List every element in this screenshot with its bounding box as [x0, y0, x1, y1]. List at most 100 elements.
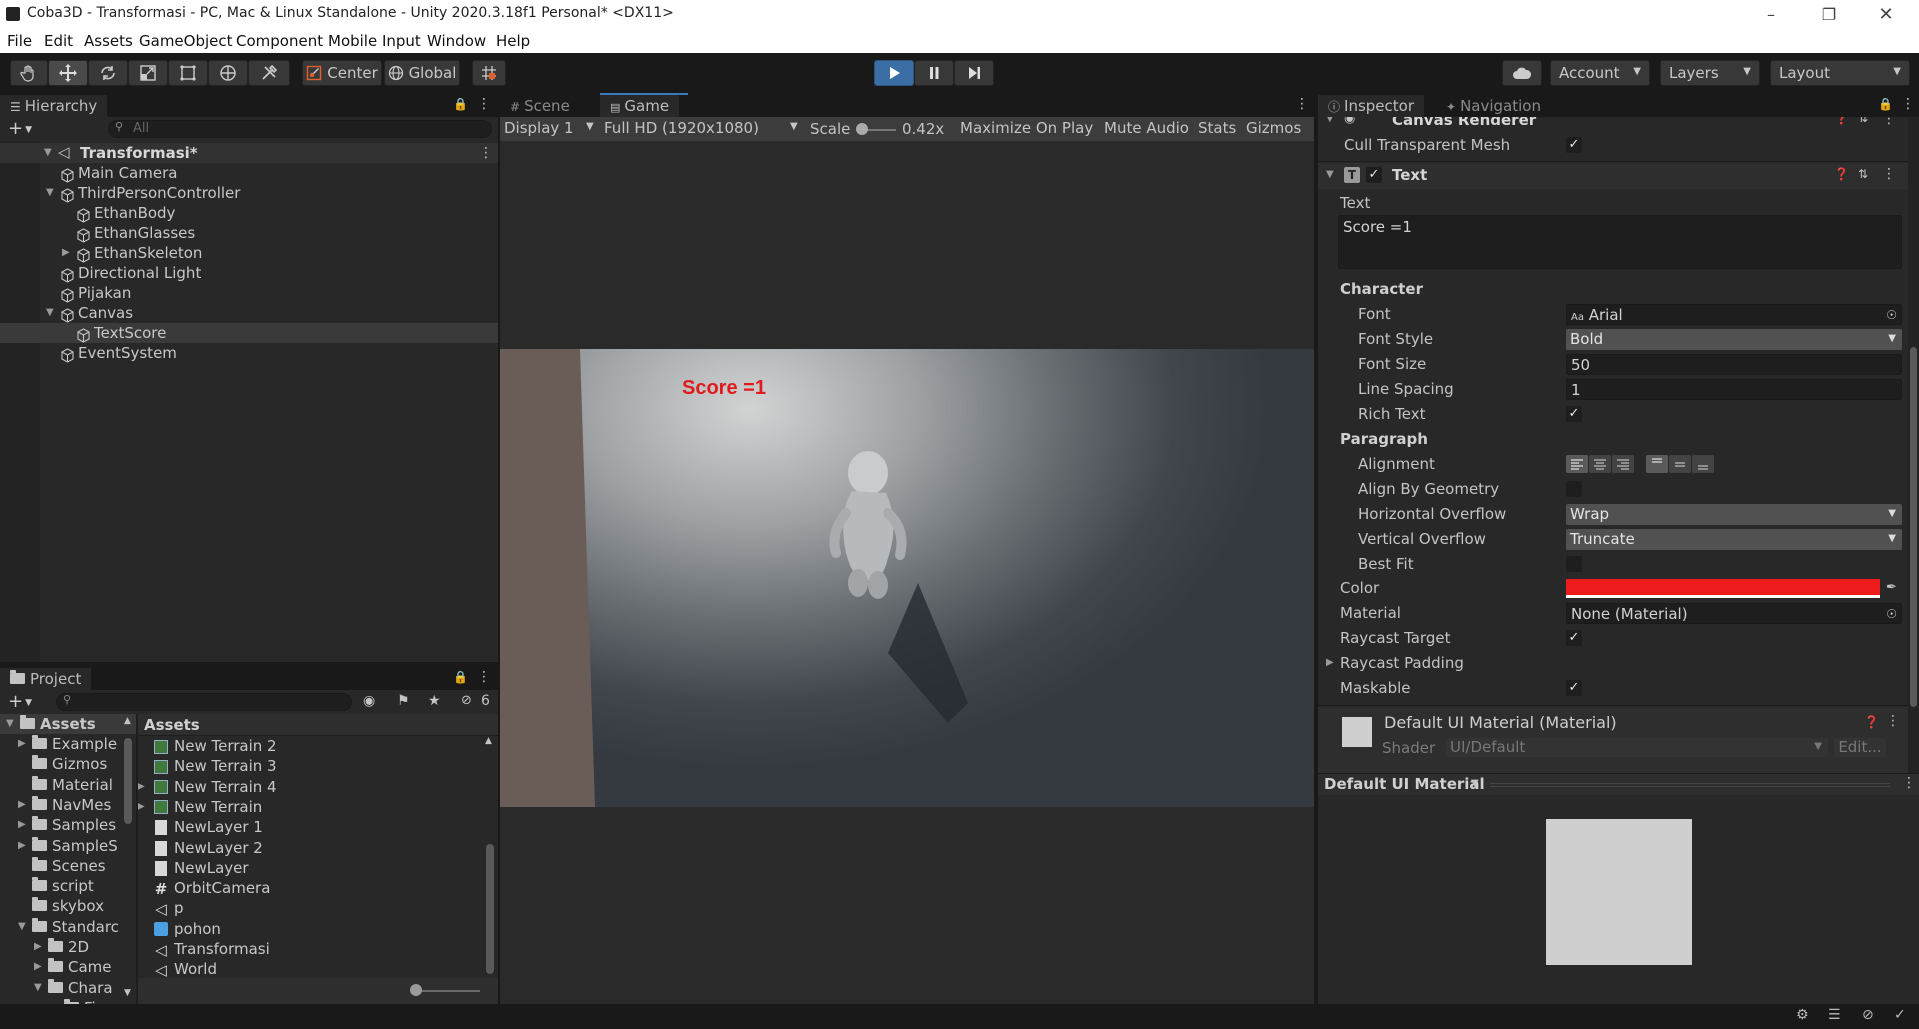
cache-server-icon[interactable]: ☰ — [1828, 1007, 1841, 1023]
menu-component[interactable]: Component — [236, 32, 323, 50]
collapse-arrow-icon[interactable]: ▶ — [18, 734, 26, 754]
cloud-button[interactable] — [1502, 60, 1542, 86]
hierarchy-item[interactable]: Main Camera — [0, 163, 498, 183]
expand-arrow-icon[interactable]: ▼ — [18, 917, 26, 937]
collapse-arrow-icon[interactable]: ▶ — [34, 957, 42, 977]
more-menu-icon[interactable]: ⋮ — [477, 96, 491, 112]
more-menu-icon[interactable]: ⋮ — [479, 143, 493, 163]
rect-tool-button[interactable] — [168, 60, 208, 86]
maskable-checkbox[interactable]: ✓ — [1566, 680, 1582, 696]
font-style-dropdown[interactable]: Bold ▼ — [1566, 329, 1902, 350]
rich-text-checkbox[interactable]: ✓ — [1566, 406, 1582, 422]
expand-arrow-icon[interactable]: ▼ — [1326, 117, 1334, 124]
project-folder-item[interactable]: skybox — [0, 896, 124, 916]
more-menu-icon[interactable]: ⋮ — [477, 669, 491, 685]
text-enabled-checkbox[interactable]: ✓ — [1366, 167, 1382, 183]
scene-header-row[interactable]: ▼ ◁ Transformasi* ⋮ — [0, 143, 498, 163]
hierarchy-item[interactable]: TextScore — [0, 323, 498, 343]
move-tool-button[interactable] — [48, 60, 88, 86]
menu-gameobject[interactable]: GameObject — [139, 32, 233, 50]
folder-tree-scrollbar[interactable] — [124, 738, 132, 824]
font-field[interactable]: Aa Arial ☉ — [1566, 304, 1902, 325]
project-folder-item[interactable]: ▶ Samples — [0, 815, 124, 835]
project-folder-item[interactable]: ▶ NavMes — [0, 795, 124, 815]
align-bottom-button[interactable] — [1692, 455, 1714, 473]
expand-arrow-icon[interactable]: ▼ — [6, 714, 14, 734]
help-icon[interactable]: ❓ — [1864, 715, 1879, 729]
collapse-arrow-icon[interactable]: ▶ — [138, 777, 145, 797]
preview-title[interactable]: Default UI Material — [1324, 775, 1485, 793]
project-file-item[interactable]: NewLayer 1 — [138, 817, 482, 837]
align-left-button[interactable] — [1566, 455, 1588, 473]
project-folder-item[interactable]: Material — [0, 775, 124, 795]
expand-arrow-icon[interactable]: ▼ — [1326, 169, 1334, 180]
tab-inspector[interactable]: ⓘ Inspector — [1318, 95, 1424, 117]
mute-audio-toggle[interactable]: Mute Audio — [1104, 119, 1189, 137]
rotate-tool-button[interactable] — [88, 60, 128, 86]
create-asset-button[interactable]: + ▼ — [8, 691, 32, 712]
hierarchy-item[interactable]: ▼ ThirdPersonController — [0, 183, 498, 203]
progress-status-icon[interactable]: ✓ — [1894, 1007, 1906, 1023]
text-area-input[interactable]: Score =1 — [1338, 215, 1902, 269]
material-field[interactable]: None (Material) ☉ — [1566, 603, 1902, 624]
folder-tree-root[interactable]: ▼ Assets — [0, 714, 136, 734]
v-overflow-dropdown[interactable]: Truncate ▼ — [1566, 529, 1902, 550]
project-file-item[interactable]: ◁ Transformasi — [138, 939, 482, 959]
line-spacing-input[interactable]: 1 — [1566, 379, 1902, 400]
project-file-item[interactable]: pohon — [138, 919, 482, 939]
collapse-arrow-icon[interactable]: ▶ — [18, 795, 26, 815]
shader-edit-button[interactable]: Edit... — [1834, 738, 1886, 757]
search-by-label-icon[interactable]: ⚑ — [397, 693, 410, 709]
project-file-item[interactable]: New Terrain 3 — [138, 756, 482, 776]
favorite-star-icon[interactable]: ★ — [428, 693, 441, 709]
tab-hierarchy[interactable]: ☰ Hierarchy — [0, 95, 108, 117]
collapse-arrow-icon[interactable]: ▶ — [62, 243, 70, 263]
menu-edit[interactable]: Edit — [44, 32, 73, 50]
project-folder-item[interactable]: ▶ Example — [0, 734, 124, 754]
cull-transparent-checkbox[interactable]: ✓ — [1566, 137, 1582, 153]
raycast-padding-row[interactable]: ▶ Raycast Padding — [1318, 651, 1808, 675]
raycast-target-checkbox[interactable]: ✓ — [1566, 630, 1582, 646]
custom-tool-button[interactable] — [248, 60, 290, 86]
transform-tool-button[interactable] — [208, 60, 248, 86]
icon-size-slider-track[interactable] — [414, 990, 480, 992]
tab-game[interactable]: ▤ Game — [600, 95, 680, 117]
auto-generate-lighting-icon[interactable]: ⊘ — [1862, 1007, 1874, 1023]
icon-size-slider-handle[interactable] — [410, 984, 422, 996]
collapse-arrow-icon[interactable]: ▶ — [34, 937, 42, 957]
project-folder-item[interactable]: ▶ SampleS — [0, 836, 124, 856]
more-menu-icon[interactable]: ⋮ — [1886, 713, 1900, 729]
h-overflow-dropdown[interactable]: Wrap ▼ — [1566, 504, 1902, 525]
project-file-item[interactable]: ◁ World — [138, 959, 482, 979]
layers-dropdown[interactable]: Layers ▼ — [1660, 60, 1760, 86]
maximize-on-play-toggle[interactable]: Maximize On Play — [960, 119, 1093, 137]
expand-arrow-icon[interactable]: ▼ — [46, 303, 54, 323]
project-folder-item[interactable]: ▶ 2D — [0, 937, 124, 957]
menu-window[interactable]: Window — [427, 32, 486, 50]
layout-dropdown[interactable]: Layout ▼ — [1770, 60, 1910, 86]
color-swatch[interactable] — [1566, 579, 1880, 598]
align-right-button[interactable] — [1612, 455, 1634, 473]
tab-scene[interactable]: # Scene — [500, 95, 580, 117]
project-folder-item[interactable]: Scenes — [0, 856, 124, 876]
scroll-down-arrow-icon[interactable]: ▼ — [124, 988, 131, 998]
scroll-up-arrow-icon[interactable]: ▲ — [485, 736, 492, 746]
game-viewport[interactable]: Score =1 — [500, 141, 1314, 1004]
expand-arrow-icon[interactable]: ▼ — [44, 143, 52, 163]
lock-icon[interactable]: 🔒 — [453, 97, 468, 111]
project-file-item[interactable]: NewLayer 2 — [138, 838, 482, 858]
project-file-item[interactable]: ▶ New Terrain — [138, 797, 482, 817]
canvas-renderer-header[interactable]: ▼ ◉ Canvas Renderer ❓ ⇅ ⋮ — [1318, 117, 1908, 131]
scroll-up-arrow-icon[interactable]: ▲ — [124, 716, 131, 726]
menu-help[interactable]: Help — [496, 32, 530, 50]
collapse-arrow-icon[interactable]: ▶ — [138, 797, 145, 817]
add-object-button[interactable]: + ▼ — [8, 118, 32, 139]
font-size-input[interactable]: 50 — [1566, 354, 1902, 375]
pivot-mode-toggle[interactable]: Center — [302, 60, 382, 86]
lock-icon[interactable]: 🔒 — [453, 670, 468, 684]
tab-project[interactable]: Project — [0, 668, 92, 690]
step-button[interactable] — [954, 60, 994, 86]
project-folder-item[interactable]: Gizmos — [0, 754, 124, 774]
object-picker-icon[interactable]: ☉ — [1886, 305, 1897, 325]
project-file-item[interactable]: ▶ New Terrain 4 — [138, 777, 482, 797]
